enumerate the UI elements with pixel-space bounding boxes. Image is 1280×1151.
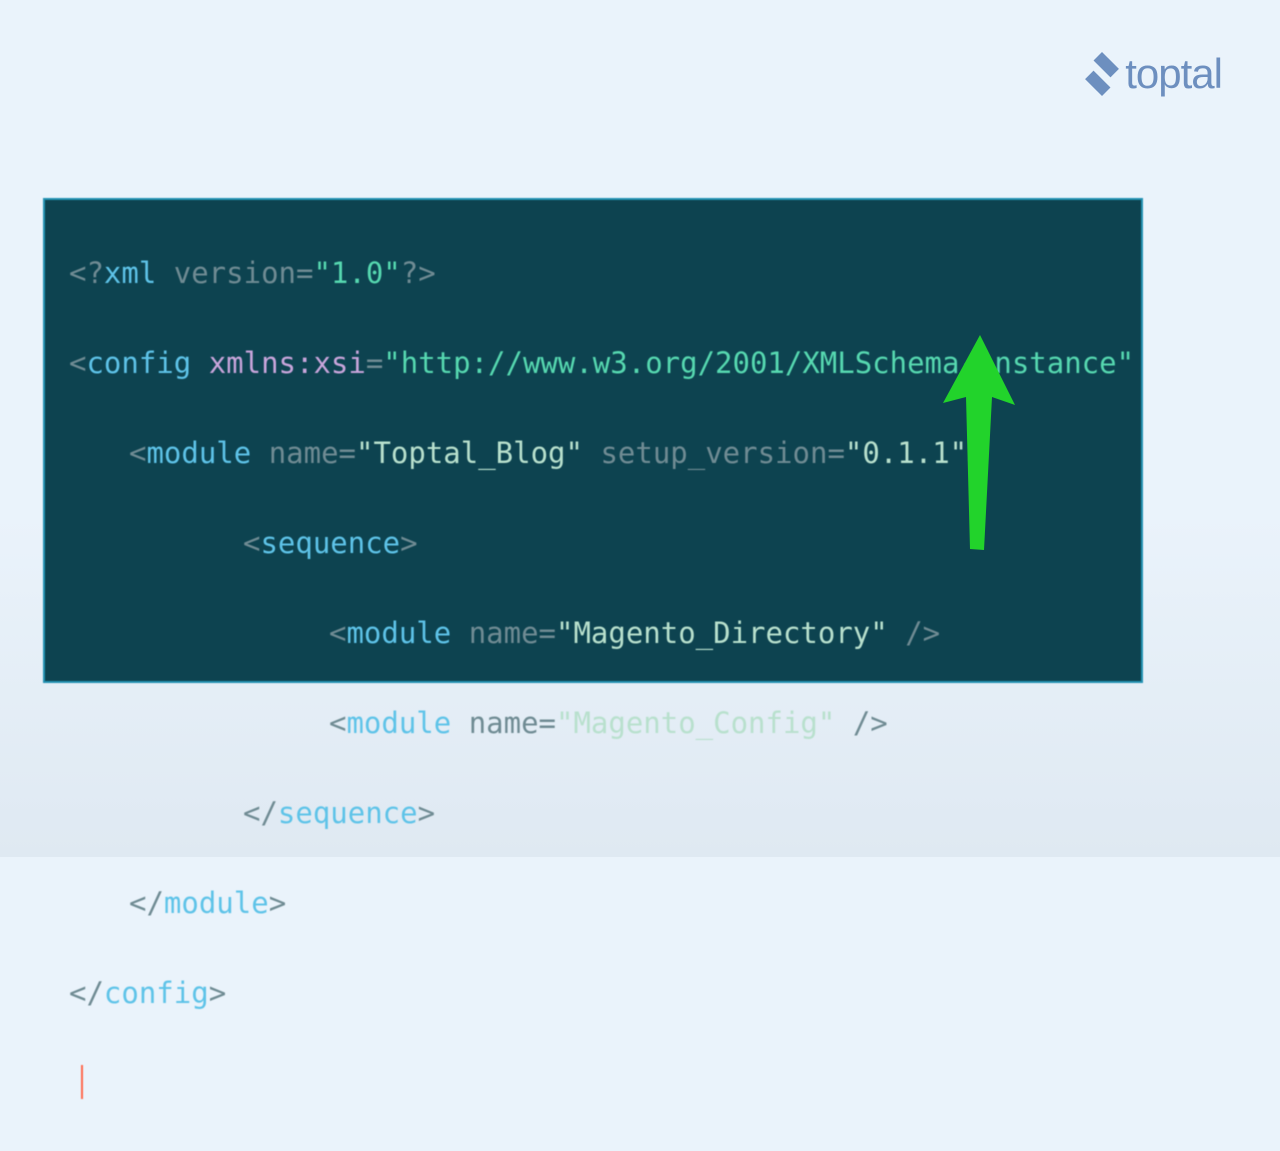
- code-editor: <?xml version="1.0"?> <config xmlns:xsi=…: [43, 198, 1143, 683]
- code-line: </sequence>: [57, 791, 1141, 836]
- code-line: <module name="Magento_Directory" />: [57, 611, 1141, 656]
- toptal-wordmark: toptal: [1125, 50, 1222, 98]
- code-line: </module>: [57, 881, 1141, 926]
- code-line: [57, 1061, 1141, 1106]
- code-line: <config xmlns:xsi="http://www.w3.org/200…: [57, 341, 1141, 386]
- toptal-logo: toptal: [1085, 50, 1222, 98]
- editor-cursor: [81, 1065, 83, 1099]
- toptal-icon: [1085, 52, 1119, 96]
- code-line: </config>: [57, 971, 1141, 1016]
- code-line: <sequence>: [57, 521, 1141, 566]
- code-line: <?xml version="1.0"?>: [57, 251, 1141, 296]
- code-line: <module name="Toptal_Blog" setup_version…: [57, 431, 1141, 476]
- code-line: <module name="Magento_Config" />: [57, 701, 1141, 746]
